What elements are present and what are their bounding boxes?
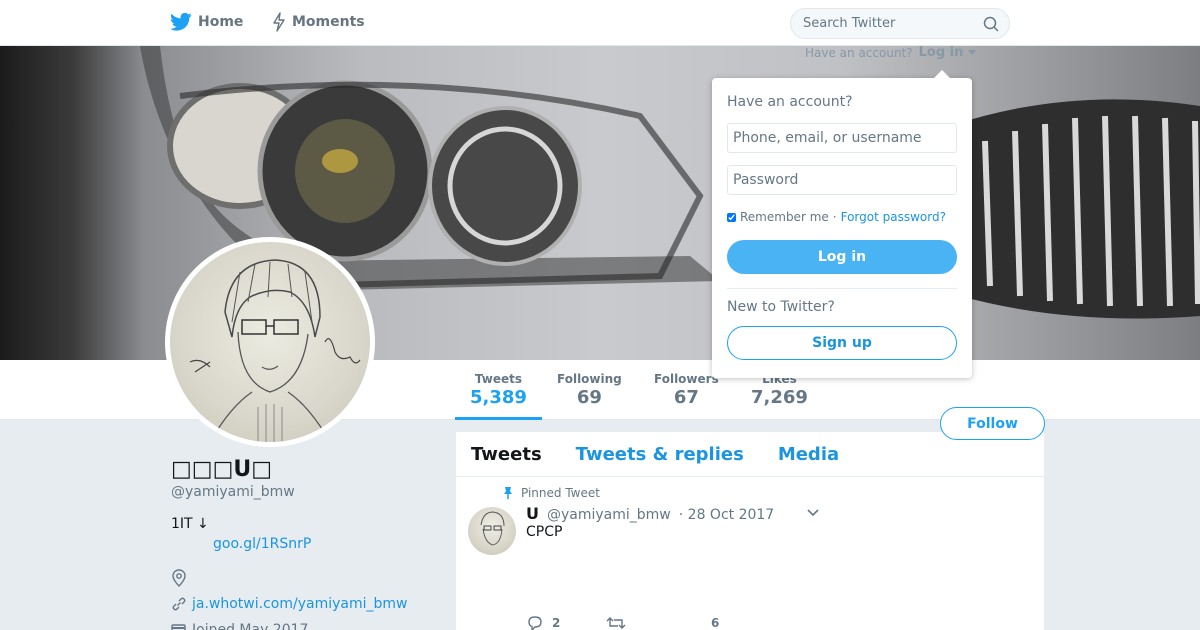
joined-date: Joined May 2017 [192, 622, 309, 630]
search-icon[interactable] [983, 16, 999, 32]
caret-down-icon [967, 50, 976, 55]
remember-row: Remember me · Forgot password? [727, 207, 957, 227]
login-link[interactable]: Log in [919, 45, 976, 60]
stat-followers-label: Followers [654, 372, 719, 386]
reply-count: 2 [552, 616, 561, 630]
profile-avatar[interactable] [165, 237, 375, 447]
stat-followers-value: 67 [673, 387, 699, 408]
stat-tweets-label: Tweets [474, 372, 523, 386]
location-icon [172, 569, 186, 587]
tab-tweets[interactable]: Tweets [471, 444, 542, 465]
like-count: 6 [711, 616, 720, 630]
search-box [790, 8, 1010, 39]
heart-icon [686, 616, 703, 630]
calendar-icon [171, 623, 186, 630]
profile-handle[interactable]: @yamiyami_bmw [171, 484, 295, 500]
pinned-indicator: Pinned Tweet [503, 486, 600, 500]
tweet-menu-chevron-icon[interactable] [806, 508, 820, 518]
tab-tweets-replies[interactable]: Tweets & replies [576, 444, 744, 465]
stat-likes-value: 7,269 [751, 387, 808, 408]
new-to-twitter-label: New to Twitter? [727, 299, 835, 315]
remember-me-checkbox[interactable] [727, 212, 736, 222]
password-field[interactable] [727, 165, 957, 195]
stat-tweets-value: 5,389 [470, 387, 527, 408]
active-stat-underline [455, 417, 542, 420]
remember-me-label: Remember me [740, 210, 829, 224]
login-hint: Have an account? Log in [805, 45, 976, 60]
top-nav-bar: Home Moments [0, 0, 1200, 46]
bio-link[interactable]: goo.gl/1RSnrP [213, 536, 311, 552]
stat-following-label: Following [557, 372, 622, 386]
profile-name: □□□U□ [171, 457, 273, 482]
joined-row: Joined May 2017 [171, 622, 308, 630]
follow-button[interactable]: Follow [940, 407, 1045, 440]
nav-home[interactable]: Home [170, 12, 243, 32]
like-action[interactable]: 6 [686, 616, 766, 630]
nav-moments[interactable]: Moments [272, 12, 365, 32]
avatar-sketch-image [170, 242, 370, 442]
tweet-text: CPCP [526, 524, 563, 540]
pin-icon [504, 487, 512, 499]
stat-followers[interactable]: Followers 67 [654, 372, 719, 408]
login-hint-text: Have an account? [805, 45, 913, 60]
twitter-bird-icon [170, 12, 192, 31]
reply-icon [528, 616, 542, 630]
avatar-drawing [189, 259, 361, 442]
tab-media[interactable]: Media [778, 444, 839, 465]
username-field[interactable] [727, 123, 957, 153]
stat-following[interactable]: Following 69 [557, 372, 622, 408]
profile-bio: 1IT ↓ [171, 516, 209, 532]
login-button[interactable]: Log in [727, 240, 957, 274]
lightning-icon [273, 12, 285, 32]
stat-tweets[interactable]: Tweets 5,389 [470, 372, 527, 408]
link-icon [172, 597, 186, 611]
signup-button[interactable]: Sign up [727, 326, 957, 360]
tweet-header: U @yamiyami_bmw · 28 Oct 2017 [526, 504, 774, 523]
search-input[interactable] [791, 9, 971, 38]
tweet-date[interactable]: · 28 Oct 2017 [679, 507, 774, 523]
login-dropdown-title: Have an account? [727, 94, 853, 110]
separator-dot: · [832, 210, 837, 224]
tweet-author-name[interactable]: U [526, 504, 539, 523]
timeline: Tweets Tweets & replies Media Pinned Twe… [456, 432, 1044, 630]
tweet-avatar[interactable] [468, 507, 516, 555]
stat-following-value: 69 [576, 387, 602, 408]
pinned-label: Pinned Tweet [521, 486, 600, 500]
tweet-author-handle[interactable]: @yamiyami_bmw [547, 507, 671, 523]
login-link-label: Log in [918, 45, 964, 60]
forgot-password-link[interactable]: Forgot password? [841, 210, 946, 224]
retweet-icon [606, 617, 626, 629]
nav-moments-label: Moments [292, 14, 365, 30]
dropdown-divider [727, 288, 957, 289]
profile-url[interactable]: ja.whotwi.com/yamiyami_bmw [192, 596, 407, 612]
tweet-actions: 2 6 [526, 615, 766, 630]
retweet-action[interactable] [606, 615, 686, 630]
login-dropdown: Have an account? Remember me · Forgot pa… [712, 70, 972, 378]
profile-url-row: ja.whotwi.com/yamiyami_bmw [171, 596, 407, 612]
reply-action[interactable]: 2 [526, 615, 606, 630]
tweet-avatar-drawing [480, 511, 505, 546]
nav-home-label: Home [198, 14, 244, 30]
